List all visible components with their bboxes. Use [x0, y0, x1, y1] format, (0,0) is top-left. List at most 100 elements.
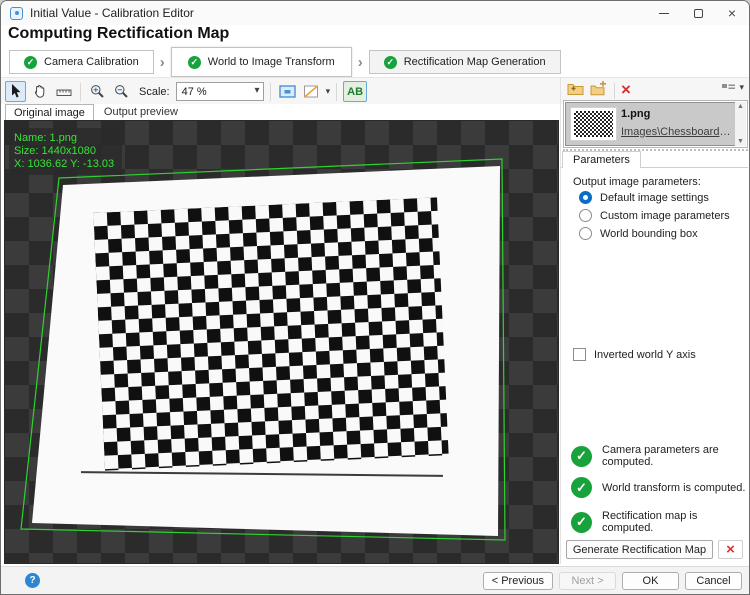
- radio-selected-icon[interactable]: [579, 191, 592, 204]
- scale-select[interactable]: 47 % ▾: [176, 82, 264, 101]
- inverted-world-y-axis-checkbox-row[interactable]: Inverted world Y axis: [573, 348, 696, 361]
- image-size-overlay: Size: 1440x1080: [14, 145, 114, 158]
- view-tabs: Original image Output preview: [5, 104, 186, 121]
- radio-icon[interactable]: [579, 209, 592, 222]
- list-item-texts: 1.png Images\Chessboard_Cali...: [621, 103, 731, 145]
- radio-custom-image-parameters[interactable]: Custom image parameters: [579, 209, 730, 222]
- ab-compare-button[interactable]: AB: [343, 81, 367, 102]
- close-icon: ×: [728, 6, 736, 20]
- x-icon: ×: [726, 542, 735, 557]
- app-icon: [10, 7, 23, 20]
- view-toolbar: Scale: 47 % ▾ ▾ AB: [5, 78, 367, 105]
- image-viewport[interactable]: Name: 1.png Size: 1440x1080 X: 1036.62 Y…: [5, 121, 558, 563]
- scroll-up-icon[interactable]: ▲: [737, 102, 744, 111]
- check-icon: ✓: [24, 56, 37, 69]
- zoom-out-button[interactable]: [111, 81, 132, 102]
- output-parameters-label: Output image parameters:: [573, 176, 701, 188]
- step-rectification-map-generation[interactable]: ✓ Rectification Map Generation: [369, 50, 561, 74]
- zoom-in-icon: [90, 84, 105, 99]
- minimize-icon: [659, 13, 669, 14]
- view-mode-icon: [722, 83, 735, 93]
- remove-image-button[interactable]: ×: [621, 81, 631, 98]
- zoom-out-icon: [114, 84, 129, 99]
- scroll-down-icon[interactable]: ▼: [737, 137, 744, 146]
- pane-divider: [560, 77, 561, 564]
- toolbar-separator: [336, 83, 337, 101]
- chevron-right-icon: ›: [154, 55, 171, 70]
- select-tool-button[interactable]: [5, 81, 26, 102]
- toolbar-separator: [614, 83, 615, 99]
- chevron-down-icon[interactable]: ▾: [326, 86, 331, 97]
- step-label: Rectification Map Generation: [404, 56, 546, 68]
- radio-label: Custom image parameters: [600, 210, 730, 222]
- world-plane-outline: [5, 121, 558, 563]
- add-directory-button[interactable]: [590, 81, 608, 101]
- checkbox-icon[interactable]: [573, 348, 586, 361]
- tab-output-preview[interactable]: Output preview: [96, 104, 186, 121]
- add-images-button[interactable]: [567, 81, 584, 101]
- step-label: World to Image Transform: [208, 56, 335, 68]
- chevron-down-icon: ▾: [739, 82, 744, 93]
- add-folder-plus-icon: [590, 81, 608, 96]
- generate-rectification-map-button[interactable]: Generate Rectification Map: [566, 540, 713, 559]
- tab-original-image[interactable]: Original image: [5, 104, 94, 121]
- check-icon: ✓: [188, 56, 201, 69]
- ruler-icon: [56, 85, 72, 99]
- checkbox-label: Inverted world Y axis: [594, 349, 696, 361]
- image-path-link[interactable]: Images\Chessboard_Cali...: [621, 126, 731, 138]
- image-name-overlay: Name: 1.png: [14, 132, 114, 145]
- scale-value: 47 %: [182, 86, 207, 98]
- chevron-down-icon: ▾: [255, 85, 260, 96]
- fit-to-window-button[interactable]: [277, 81, 298, 102]
- check-circle-icon: ✓: [571, 477, 592, 498]
- question-icon: ?: [29, 575, 35, 586]
- status-text: Rectification map is computed.: [602, 510, 747, 534]
- page-title: Computing Rectification Map: [8, 25, 229, 43]
- radio-label: World bounding box: [600, 228, 698, 240]
- list-view-options[interactable]: ▾: [722, 82, 744, 93]
- radio-world-bounding-box[interactable]: World bounding box: [579, 227, 698, 240]
- tab-parameters[interactable]: Parameters: [562, 151, 641, 168]
- close-button[interactable]: ×: [715, 1, 749, 25]
- step-world-to-image-transform[interactable]: ✓ World to Image Transform: [171, 47, 352, 77]
- check-icon: ✓: [384, 56, 397, 69]
- minimize-button[interactable]: [647, 1, 681, 25]
- calibration-editor-window: Initial Value - Calibration Editor × Com…: [0, 0, 750, 595]
- cursor-coordinates-overlay: X: 1036.62 Y: -13.03: [14, 158, 114, 171]
- pixel-view-button[interactable]: [301, 81, 322, 102]
- measure-tool-button[interactable]: [53, 81, 74, 102]
- step-label: Camera Calibration: [44, 56, 139, 68]
- help-button[interactable]: ?: [25, 573, 40, 588]
- window-title: Initial Value - Calibration Editor: [30, 6, 194, 20]
- window-controls: ×: [647, 1, 749, 25]
- check-circle-icon: ✓: [571, 512, 592, 533]
- fit-view-icon: [279, 84, 296, 99]
- add-folder-icon: [567, 81, 584, 96]
- clear-result-button[interactable]: ×: [718, 540, 743, 559]
- radio-default-image-settings[interactable]: Default image settings: [579, 191, 709, 204]
- radio-icon[interactable]: [579, 227, 592, 240]
- status-camera-parameters: ✓ Camera parameters are computed.: [571, 444, 747, 468]
- list-scrollbar[interactable]: ▲ ▼: [735, 102, 746, 146]
- check-circle-icon: ✓: [571, 446, 592, 467]
- next-button: Next >: [559, 572, 616, 590]
- list-item-selected[interactable]: 1.png Images\Chessboard_Cali...: [565, 102, 736, 146]
- image-name: 1.png: [621, 108, 731, 120]
- status-text: Camera parameters are computed.: [602, 444, 747, 468]
- footer-buttons: < Previous Next > OK Cancel: [483, 572, 742, 590]
- cancel-button[interactable]: Cancel: [685, 572, 742, 590]
- chevron-right-icon: ›: [352, 55, 369, 70]
- pan-tool-button[interactable]: [29, 81, 50, 102]
- title-bar: Initial Value - Calibration Editor ×: [1, 1, 750, 25]
- ok-button[interactable]: OK: [622, 572, 679, 590]
- hand-icon: [32, 84, 47, 99]
- cursor-icon: [9, 84, 22, 99]
- toolbar-separator: [80, 83, 81, 101]
- step-camera-calibration[interactable]: ✓ Camera Calibration: [9, 50, 154, 74]
- zoom-in-button[interactable]: [87, 81, 108, 102]
- status-text: World transform is computed.: [602, 482, 745, 494]
- toolbar-separator: [270, 83, 271, 101]
- maximize-button[interactable]: [681, 1, 715, 25]
- previous-button[interactable]: < Previous: [483, 572, 553, 590]
- radio-label: Default image settings: [600, 192, 709, 204]
